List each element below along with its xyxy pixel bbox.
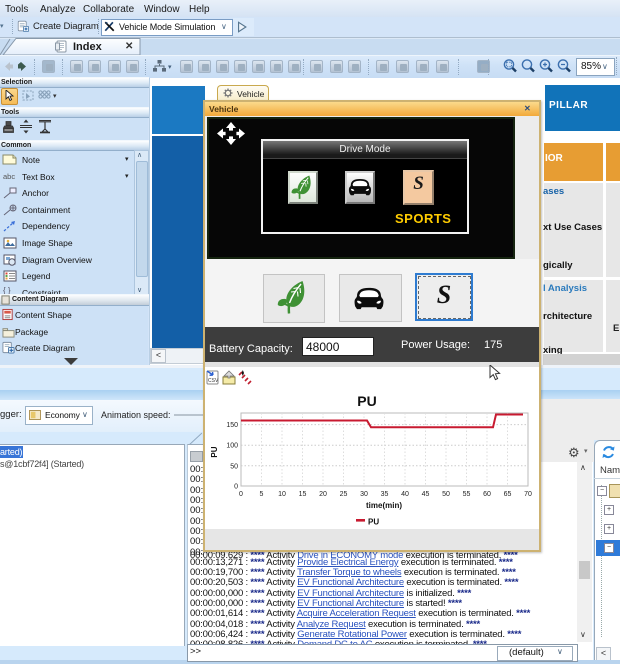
svg-text:PU: PU (368, 518, 379, 527)
svg-text:55: 55 (463, 491, 471, 498)
svg-text:0: 0 (234, 484, 238, 491)
svg-text:100: 100 (226, 443, 238, 450)
svg-text:0: 0 (239, 491, 243, 498)
svg-text:30: 30 (360, 491, 368, 498)
svg-text:PU: PU (210, 446, 219, 457)
svg-text:65: 65 (504, 491, 512, 498)
svg-text:45: 45 (422, 491, 430, 498)
svg-text:15: 15 (299, 491, 307, 498)
svg-text:5: 5 (260, 491, 264, 498)
svg-text:150: 150 (226, 422, 238, 429)
svg-text:50: 50 (442, 491, 450, 498)
svg-text:20: 20 (319, 491, 327, 498)
svg-text:60: 60 (483, 491, 491, 498)
svg-text:time(min): time(min) (366, 501, 402, 510)
svg-text:50: 50 (230, 463, 238, 470)
svg-text:25: 25 (340, 491, 348, 498)
svg-text:10: 10 (278, 491, 286, 498)
svg-text:35: 35 (381, 491, 389, 498)
svg-text:70: 70 (524, 491, 532, 498)
svg-text:40: 40 (401, 491, 409, 498)
svg-text:PU: PU (357, 393, 376, 409)
svg-text:CSV: CSV (208, 378, 219, 384)
